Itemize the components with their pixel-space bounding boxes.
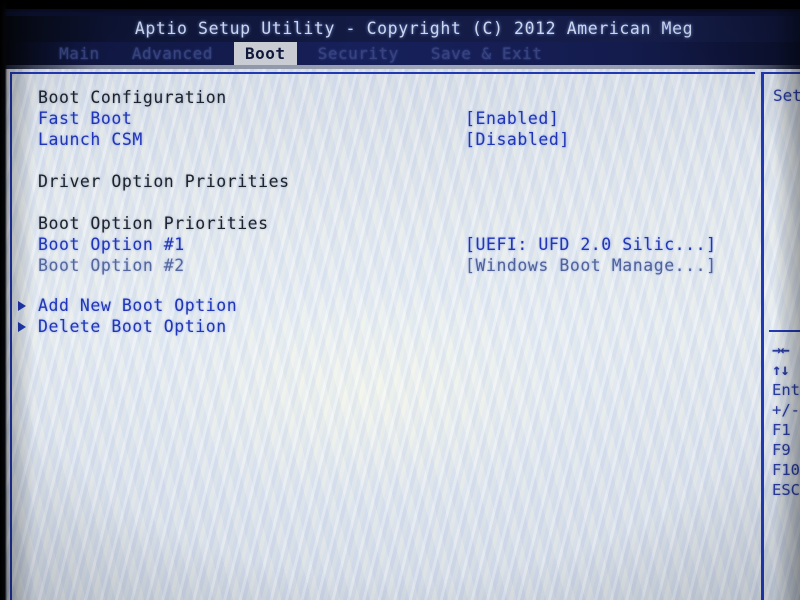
label-driver-option-priorities: Driver Option Priorities — [38, 172, 290, 191]
label-launch-csm[interactable]: Launch CSM — [38, 129, 143, 150]
bios-panel: Aptio Setup Utility - Copyright (C) 2012… — [0, 8, 800, 600]
bios-screen-photo: Aptio Setup Utility - Copyright (C) 2012… — [0, 0, 800, 600]
key-legend-up-down-icon: ↑↓ — [772, 361, 790, 379]
setup-body: Boot Configuration Fast Boot [Enabled] L… — [0, 69, 800, 600]
monitor-bezel-left — [0, 0, 7, 600]
tab-main[interactable]: Main — [48, 42, 111, 65]
monitor-bezel-top — [0, 0, 800, 9]
key-legend-plus-minus: +/- — [772, 401, 800, 419]
label-boot-option-1[interactable]: Boot Option #1 — [38, 234, 185, 255]
menu-bar[interactable]: Main Advanced Boot Security Save & Exit — [0, 42, 800, 65]
label-boot-option-priorities: Boot Option Priorities — [38, 214, 269, 233]
key-legend-enter: Ente — [772, 381, 800, 399]
value-boot-option-1[interactable]: [UEFI: UFD 2.0 Silic...] — [465, 234, 717, 255]
key-legend-f1: F1 — [772, 421, 791, 439]
help-separator — [769, 330, 800, 332]
title-bar: Aptio Setup Utility - Copyright (C) 2012… — [0, 16, 800, 42]
key-legend-left-right-icon: →← — [772, 341, 790, 359]
key-legend-f9: F9 — [772, 441, 791, 459]
key-legend-esc: ESC — [772, 481, 800, 499]
label-fast-boot[interactable]: Fast Boot — [38, 108, 132, 129]
title-bar-text: Aptio Setup Utility - Copyright (C) 2012… — [134, 19, 694, 38]
label-add-new-boot-option[interactable]: Add New Boot Option — [38, 295, 237, 316]
tab-advanced[interactable]: Advanced — [121, 42, 224, 65]
label-boot-option-2[interactable]: Boot Option #2 — [38, 255, 185, 276]
help-panel: Set →← ↑↓ Ente +/- F1 F9 F10 ESC — [764, 72, 800, 600]
key-legend-f10: F10 — [772, 461, 800, 479]
value-fast-boot[interactable]: [Enabled] — [465, 108, 559, 129]
value-boot-option-2[interactable]: [Windows Boot Manage...] — [465, 255, 717, 276]
tab-boot[interactable]: Boot — [234, 42, 297, 65]
label-delete-boot-option[interactable]: Delete Boot Option — [38, 316, 227, 337]
submenu-triangle-icon — [18, 322, 26, 332]
tab-save-exit[interactable]: Save & Exit — [420, 42, 553, 65]
value-launch-csm[interactable]: [Disabled] — [465, 129, 570, 150]
tab-security[interactable]: Security — [307, 42, 410, 65]
key-legend: →← ↑↓ Ente +/- F1 F9 F10 ESC — [772, 340, 800, 500]
help-description: Set — [773, 86, 800, 105]
label-boot-configuration: Boot Configuration — [38, 88, 227, 107]
submenu-triangle-icon — [18, 301, 26, 311]
